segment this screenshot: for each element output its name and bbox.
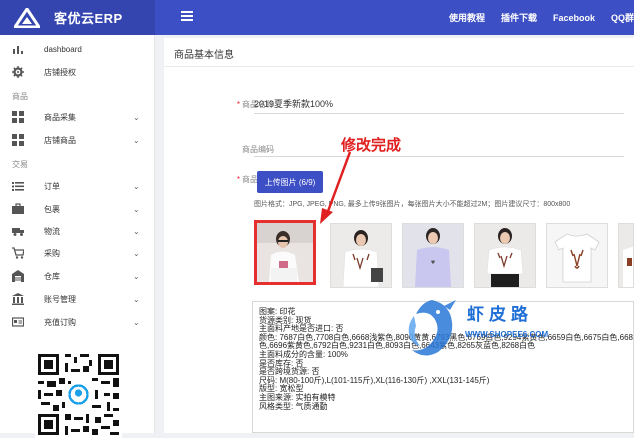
watermark-title: 虾皮路 (467, 305, 533, 324)
description-line: 风格类型: 气质通勤 (259, 401, 328, 411)
apps-icon (12, 134, 24, 146)
sidebar-item-logistics[interactable]: 物流 ⌄ (0, 221, 155, 241)
sidebar-item-orders[interactable]: 订单 ⌄ (0, 176, 155, 196)
watermark-url: WWW.SHOPEE6.COM (465, 330, 549, 339)
top-nav: 使用教程 插件下载 Facebook QQ群 (449, 0, 634, 35)
nav-facebook-link[interactable]: Facebook (553, 13, 595, 23)
product-photo (547, 224, 607, 287)
upload-hint: 图片格式：JPG, JPEG, PNG, 最多上传9张图片，每张图片大小不能超过… (254, 201, 571, 208)
upload-images-button[interactable]: 上传图片 (6/9) (257, 171, 323, 193)
chevron-down-icon: ⌄ (133, 181, 140, 191)
chevron-down-icon: ⌄ (133, 226, 140, 236)
sidebar-item-product-collect[interactable]: 商品采集 ⌄ (0, 107, 155, 127)
sidebar-item-label: 物流 (44, 226, 60, 236)
nav-plugin-download-link[interactable]: 插件下载 (501, 11, 537, 24)
grid-icon (12, 111, 24, 123)
chevron-down-icon: ⌄ (133, 135, 140, 145)
sidebar-item-label: 店铺授权 (44, 67, 76, 77)
product-image-thumb-5[interactable] (546, 223, 608, 288)
truck-icon (12, 228, 24, 236)
nav-qq-group-link[interactable]: QQ群 (611, 11, 634, 24)
chevron-down-icon: ⌄ (133, 248, 140, 258)
sidebar-item-label: 充值订购 (44, 317, 76, 327)
chevron-down-icon: ⌄ (133, 294, 140, 304)
sidebar: dashboard 店铺授权 商品 商品采集 ⌄ 店铺商品 ⌄ 交易 订单 ⌄ … (0, 35, 155, 438)
chevron-down-icon: ⌄ (133, 317, 140, 327)
product-image-thumb-3[interactable]: ♥ (402, 223, 464, 288)
product-photo (619, 224, 633, 287)
briefcase-icon (12, 203, 24, 214)
sidebar-item-dashboard[interactable]: dashboard (0, 39, 155, 59)
sidebar-item-label: 采购 (44, 248, 60, 258)
chevron-down-icon: ⌄ (133, 271, 140, 281)
product-code-input[interactable] (254, 142, 624, 157)
bank-icon (12, 293, 24, 305)
product-photo (331, 224, 391, 287)
sidebar-item-label: 仓库 (44, 271, 60, 281)
product-image-thumb-2[interactable] (330, 223, 392, 288)
app-title: 客优云ERP (54, 11, 123, 26)
logo-icon (14, 7, 40, 28)
sidebar-item-label: 商品采集 (44, 112, 76, 122)
chevron-down-icon: ⌄ (133, 112, 140, 122)
cart-icon (12, 247, 24, 259)
sidebar-item-label: 账号管理 (44, 294, 76, 304)
annotation-arrow-icon (320, 151, 352, 224)
sidebar-section-product: 商品 (12, 92, 28, 101)
sidebar-section-trade: 交易 (12, 160, 28, 169)
sidebar-item-label: 包裹 (44, 204, 60, 214)
menu-toggle-icon[interactable] (181, 11, 193, 21)
description-line: 尺码: M(80-100斤),L(101-115斤),XL(116-130斤) … (259, 375, 490, 385)
sidebar-item-purchase[interactable]: 采购 ⌄ (0, 243, 155, 263)
sidebar-item-label: 订单 (44, 181, 60, 191)
product-name-input[interactable]: 2019夏季新款100% (254, 97, 624, 114)
qr-code-image (35, 351, 122, 438)
logo-area[interactable]: 客优云ERP (0, 0, 155, 35)
sidebar-item-shop-products[interactable]: 店铺商品 ⌄ (0, 130, 155, 150)
product-photo (257, 223, 313, 282)
product-image-thumb-4[interactable] (474, 223, 536, 288)
panel-title: 商品基本信息 (174, 50, 234, 61)
product-image-thumb-6[interactable] (618, 223, 634, 288)
chevron-down-icon: ⌄ (133, 204, 140, 214)
sidebar-item-label: dashboard (44, 44, 82, 54)
dragon-watermark-icon (408, 300, 456, 356)
nav-tutorial-link[interactable]: 使用教程 (449, 11, 485, 24)
sidebar-item-recharge[interactable]: 充值订购 ⌄ (0, 312, 155, 332)
product-photo (475, 224, 535, 287)
svg-text:♥: ♥ (431, 260, 436, 266)
card-icon (12, 317, 24, 327)
product-image-thumb-1[interactable] (254, 220, 316, 285)
product-photo: ♥ (403, 224, 463, 287)
sidebar-item-label: 店铺商品 (44, 135, 76, 145)
top-header: 客优云ERP 使用教程 插件下载 Facebook QQ群 (0, 0, 634, 35)
sidebar-item-packages[interactable]: 包裹 ⌄ (0, 199, 155, 219)
sidebar-item-shop-auth[interactable]: 店铺授权 (0, 62, 155, 82)
sidebar-item-account[interactable]: 账号管理 ⌄ (0, 289, 155, 309)
list-icon (12, 182, 24, 191)
bar-chart-icon (13, 46, 23, 54)
sidebar-item-warehouse[interactable]: 仓库 ⌄ (0, 266, 155, 286)
warehouse-icon (12, 270, 24, 282)
divider (164, 66, 634, 67)
main-panel: 商品基本信息 *商品名称 2019夏季新款100% 商品编码 *商品图片 上传图… (164, 38, 634, 433)
gear-icon (12, 66, 24, 78)
